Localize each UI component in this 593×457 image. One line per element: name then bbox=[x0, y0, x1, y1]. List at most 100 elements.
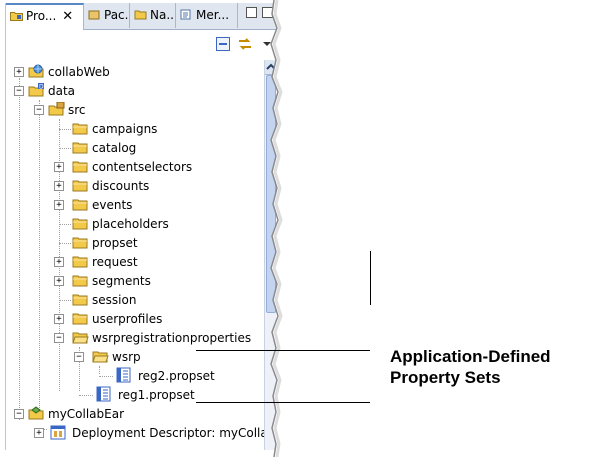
tree-guide-line bbox=[59, 300, 71, 301]
callout-label: Application-Defined Property Sets bbox=[390, 346, 551, 388]
tree-item-label: data bbox=[48, 84, 76, 98]
svg-text:D: D bbox=[39, 84, 44, 91]
tree-item-label: session bbox=[92, 293, 137, 307]
tree-item-reg2-propset[interactable]: reg2.propset bbox=[6, 367, 264, 385]
tree-guide-line bbox=[59, 148, 71, 149]
tab-package-explorer[interactable]: Pac... bbox=[84, 3, 130, 28]
collapse-toggle[interactable]: − bbox=[54, 333, 64, 343]
propset-file-icon bbox=[116, 367, 131, 383]
tree-item-mycollabear[interactable]: − myCollabEar bbox=[6, 405, 264, 423]
tree-item-request[interactable]: + request bbox=[6, 253, 264, 271]
tab-navigator[interactable]: Na... bbox=[130, 3, 176, 28]
expand-toggle[interactable]: + bbox=[54, 257, 64, 267]
folder-icon bbox=[72, 180, 88, 192]
tree-item-label: collabWeb bbox=[48, 65, 110, 79]
tree-item-session[interactable]: session bbox=[6, 291, 264, 309]
ear-project-icon bbox=[28, 406, 44, 420]
folder-icon bbox=[72, 142, 88, 154]
tree-item-userprofiles[interactable]: + userprofiles bbox=[6, 310, 264, 328]
close-icon[interactable]: ✕ bbox=[62, 9, 73, 24]
tree-item-segments[interactable]: + segments bbox=[6, 272, 264, 290]
expand-toggle[interactable]: + bbox=[14, 67, 24, 77]
tree-item-label: myCollabEar bbox=[48, 407, 125, 421]
web-project-icon bbox=[28, 64, 44, 78]
tab-label: Na... bbox=[150, 8, 176, 22]
tree-item-label: campaigns bbox=[92, 122, 158, 136]
tree-guide-line bbox=[99, 376, 113, 377]
propset-file-icon bbox=[96, 386, 111, 402]
tree-item-deployment-descriptor[interactable]: + Deployment Descriptor: myCollabE... bbox=[6, 424, 276, 442]
tab-project-explorer[interactable]: Pro... ✕ bbox=[6, 3, 84, 30]
folder-icon bbox=[72, 161, 88, 173]
project-explorer-panel: Pro... ✕ Pac... Na... Mer... bbox=[5, 3, 276, 450]
folder-icon bbox=[72, 199, 88, 211]
data-project-icon: D bbox=[28, 83, 44, 97]
tree-item-label: discounts bbox=[92, 179, 150, 193]
tree-item-label: wsrpregistrationproperties bbox=[92, 331, 252, 345]
tree-item-events[interactable]: + events bbox=[6, 196, 264, 214]
minimize-icon[interactable] bbox=[246, 7, 257, 18]
tree-item-label: propset bbox=[92, 236, 138, 250]
tab-merge[interactable]: Mer... bbox=[176, 3, 238, 28]
tree-item-label: contentselectors bbox=[92, 160, 193, 174]
expand-toggle[interactable]: + bbox=[54, 200, 64, 210]
folder-icon bbox=[72, 123, 88, 135]
callout-pointer-line bbox=[196, 402, 370, 403]
torn-edge-decoration bbox=[270, 0, 286, 457]
tree-item-placeholders[interactable]: placeholders bbox=[6, 215, 264, 233]
callout-bracket-line bbox=[370, 251, 371, 305]
expand-toggle[interactable]: + bbox=[54, 162, 64, 172]
tree-item-wsrpregistrationproperties[interactable]: − wsrpregistrationproperties bbox=[6, 329, 264, 347]
open-folder-icon bbox=[72, 332, 89, 344]
tree-item-catalog[interactable]: catalog bbox=[6, 139, 264, 157]
collapse-toggle[interactable]: − bbox=[34, 105, 44, 115]
folder-icon bbox=[72, 313, 88, 325]
collapse-toggle[interactable]: − bbox=[14, 86, 24, 96]
project-tree: + collabWeb − D data − src campaigns cat… bbox=[6, 60, 276, 450]
expand-toggle[interactable]: + bbox=[54, 181, 64, 191]
tree-guide-line bbox=[59, 224, 71, 225]
tree-item-propset[interactable]: propset bbox=[6, 234, 264, 252]
tree-item-discounts[interactable]: + discounts bbox=[6, 177, 264, 195]
expand-toggle[interactable]: + bbox=[34, 428, 44, 438]
tab-label: Pac... bbox=[104, 8, 129, 22]
view-tab-bar: Pro... ✕ Pac... Na... Mer... bbox=[6, 3, 276, 30]
link-with-editor-icon[interactable] bbox=[238, 37, 252, 51]
source-folder-icon bbox=[48, 102, 65, 116]
tree-item-label: request bbox=[92, 255, 138, 269]
tree-item-src[interactable]: − src bbox=[6, 101, 264, 119]
tree-guide-line bbox=[59, 243, 71, 244]
tree-item-label: placeholders bbox=[92, 217, 169, 231]
tree-item-label: src bbox=[68, 103, 86, 117]
folder-icon bbox=[72, 218, 88, 230]
tree-item-contentselectors[interactable]: + contentselectors bbox=[6, 158, 264, 176]
tree-item-label: Deployment Descriptor: myCollabE... bbox=[72, 426, 276, 440]
folder-icon bbox=[72, 275, 88, 287]
tree-item-label: catalog bbox=[92, 141, 137, 155]
collapse-all-icon[interactable] bbox=[216, 37, 230, 51]
navigator-icon bbox=[134, 10, 147, 20]
tree-item-label: wsrp bbox=[112, 350, 141, 364]
tree-guide-line bbox=[59, 129, 71, 130]
project-explorer-icon bbox=[10, 12, 23, 21]
folder-icon bbox=[72, 256, 88, 268]
folder-icon bbox=[72, 237, 88, 249]
callout-line-1: Application-Defined bbox=[390, 347, 551, 366]
deployment-descriptor-icon bbox=[50, 425, 66, 440]
collapse-toggle[interactable]: − bbox=[14, 409, 24, 419]
open-folder-icon bbox=[92, 351, 109, 363]
tree-item-data[interactable]: − D data bbox=[6, 82, 264, 100]
folder-icon bbox=[72, 294, 88, 306]
package-icon bbox=[88, 10, 100, 20]
tree-guide-line bbox=[79, 395, 93, 396]
tree-item-campaigns[interactable]: campaigns bbox=[6, 120, 264, 138]
view-toolbar bbox=[6, 30, 276, 60]
tab-label: Mer... bbox=[196, 8, 230, 22]
expand-toggle[interactable]: + bbox=[54, 314, 64, 324]
tree-item-collabweb[interactable]: + collabWeb bbox=[6, 63, 264, 81]
tree-item-label: userprofiles bbox=[92, 312, 163, 326]
merge-icon bbox=[180, 9, 191, 20]
expand-toggle[interactable]: + bbox=[54, 276, 64, 286]
collapse-toggle[interactable]: − bbox=[74, 352, 84, 362]
tree-item-label: reg1.propset bbox=[118, 388, 195, 402]
